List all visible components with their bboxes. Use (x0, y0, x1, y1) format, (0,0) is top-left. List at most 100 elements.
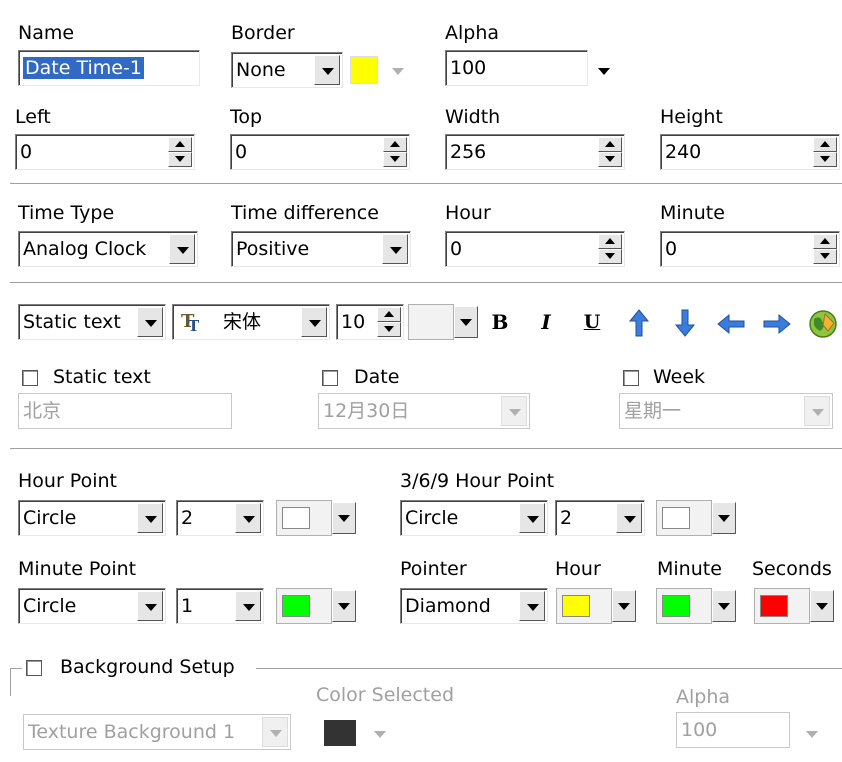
chevron-down-icon[interactable] (501, 396, 527, 426)
top-stepper[interactable]: 0 (230, 134, 410, 170)
arrow-down-icon[interactable] (674, 308, 696, 338)
alpha-dropdown-icon[interactable] (598, 68, 610, 75)
spin-icon[interactable] (813, 137, 837, 167)
spin-icon[interactable] (598, 137, 622, 167)
spin-icon[interactable] (377, 307, 401, 337)
hour-point-shape-select[interactable]: Circle (18, 500, 166, 536)
background-color-swatch[interactable] (324, 720, 356, 746)
arrow-up-icon[interactable] (628, 308, 650, 338)
name-input[interactable]: Date Time-1 (18, 50, 200, 86)
top-label: Top (230, 106, 263, 128)
border-color-dropdown-icon[interactable] (392, 68, 404, 75)
static-text-checkbox[interactable] (22, 370, 38, 386)
text-color-picker[interactable] (408, 304, 478, 340)
hour369-size-select[interactable]: 2 (555, 500, 645, 536)
left-stepper[interactable]: 0 (15, 134, 195, 170)
background-color-dropdown-icon[interactable] (374, 731, 386, 738)
font-select[interactable]: T T 宋体 (172, 304, 330, 340)
group-border (10, 668, 22, 669)
time-type-select[interactable]: Analog Clock (18, 231, 198, 267)
hour-stepper[interactable]: 0 (445, 231, 625, 267)
chevron-down-icon[interactable] (519, 503, 545, 533)
border-label: Border (231, 22, 295, 44)
width-stepper[interactable]: 256 (445, 134, 625, 170)
week-checkbox[interactable] (623, 370, 639, 386)
font-size-value: 10 (341, 311, 366, 333)
date-checkbox[interactable] (322, 370, 338, 386)
pointer-seconds-color-picker[interactable] (754, 588, 834, 624)
chevron-down-icon[interactable] (137, 307, 163, 337)
name-value: Date Time-1 (23, 57, 144, 79)
spin-icon[interactable] (813, 234, 837, 264)
chevron-down-icon[interactable] (712, 590, 736, 622)
chevron-down-icon[interactable] (616, 503, 642, 533)
chevron-down-icon[interactable] (137, 503, 163, 533)
name-label: Name (18, 22, 75, 44)
chevron-down-icon[interactable] (262, 717, 288, 747)
chevron-down-icon[interactable] (810, 590, 834, 622)
week-value: 星期一 (624, 400, 682, 422)
background-setup-checkbox[interactable] (26, 660, 42, 676)
pointer-minute-color-picker[interactable] (656, 588, 736, 624)
hour369-size-value: 2 (560, 507, 573, 529)
pointer-hour-color-picker[interactable] (556, 588, 636, 624)
minute-point-size-select[interactable]: 1 (176, 588, 264, 624)
chevron-down-icon[interactable] (235, 591, 261, 621)
underline-button[interactable]: U (578, 309, 606, 335)
hour-point-size-select[interactable]: 2 (176, 500, 264, 536)
italic-button[interactable]: I (532, 309, 560, 335)
spin-icon[interactable] (383, 137, 407, 167)
time-diff-select[interactable]: Positive (231, 231, 411, 267)
border-color-swatch[interactable] (350, 56, 378, 84)
week-select[interactable]: 星期一 (619, 393, 833, 429)
background-alpha-input[interactable]: 100 (676, 712, 790, 748)
spin-icon[interactable] (168, 137, 192, 167)
hour-point-shape-value: Circle (23, 507, 77, 529)
pointer-select[interactable]: Diamond (400, 588, 548, 624)
border-select[interactable]: None (231, 52, 343, 88)
minute-point-color-swatch (282, 595, 310, 617)
arrow-right-icon[interactable] (762, 313, 792, 335)
chevron-down-icon[interactable] (382, 234, 408, 264)
minute-stepper[interactable]: 0 (660, 231, 840, 267)
hour-point-color-picker[interactable] (276, 500, 356, 536)
chevron-down-icon[interactable] (454, 306, 478, 338)
arrow-left-icon[interactable] (716, 313, 746, 335)
chevron-down-icon[interactable] (519, 591, 545, 621)
pointer-minute-label: Minute (657, 558, 722, 580)
alpha-input[interactable]: 100 (445, 50, 588, 86)
chevron-down-icon[interactable] (332, 590, 356, 622)
group-border (256, 668, 842, 669)
chevron-down-icon[interactable] (314, 55, 340, 85)
font-size-stepper[interactable]: 10 (336, 304, 404, 340)
chevron-down-icon[interactable] (301, 307, 327, 337)
hour369-shape-select[interactable]: Circle (400, 500, 548, 536)
minute-point-shape-select[interactable]: Circle (18, 588, 166, 624)
group-border (10, 668, 11, 696)
date-select[interactable]: 12月30日 (318, 393, 530, 429)
chevron-down-icon[interactable] (804, 396, 830, 426)
spin-icon[interactable] (598, 234, 622, 264)
alpha-label: Alpha (445, 22, 500, 44)
minute-point-label: Minute Point (18, 558, 137, 580)
chevron-down-icon[interactable] (612, 590, 636, 622)
height-stepper[interactable]: 240 (660, 134, 840, 170)
week-label: Week (653, 366, 706, 388)
background-alpha-dropdown-icon[interactable] (806, 731, 818, 738)
text-mode-select[interactable]: Static text (18, 304, 166, 340)
globe-icon[interactable] (808, 309, 838, 339)
hour-point-size-value: 2 (181, 507, 194, 529)
pointer-seconds-color-swatch (760, 595, 788, 617)
texture-background-select[interactable]: Texture Background 1 (23, 714, 291, 750)
chevron-down-icon[interactable] (332, 502, 356, 534)
date-value: 12月30日 (323, 400, 410, 422)
chevron-down-icon[interactable] (712, 502, 736, 534)
static-text-label: Static text (53, 366, 151, 388)
static-text-input[interactable]: 北京 (18, 393, 232, 429)
chevron-down-icon[interactable] (137, 591, 163, 621)
hour369-color-picker[interactable] (656, 500, 736, 536)
bold-button[interactable]: B (486, 309, 514, 335)
minute-point-color-picker[interactable] (276, 588, 356, 624)
chevron-down-icon[interactable] (169, 234, 195, 264)
chevron-down-icon[interactable] (235, 503, 261, 533)
